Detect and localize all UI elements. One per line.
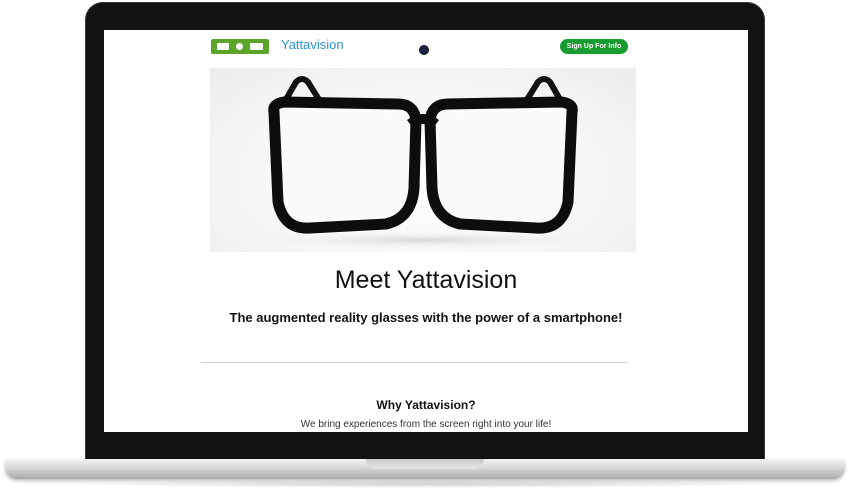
hero-glasses-image: [210, 68, 636, 252]
laptop-screen: Yattavision Sign Up For Info Meet Yattav…: [104, 30, 748, 432]
logo-icon[interactable]: [211, 39, 269, 54]
why-section-text: We bring experiences from the screen rig…: [300, 419, 552, 430]
sign-up-button[interactable]: Sign Up For Info: [560, 39, 628, 54]
section-divider: [201, 362, 628, 363]
webcam-icon: [420, 46, 428, 54]
laptop-shadow: [40, 480, 810, 488]
eyeglasses-icon: [233, 76, 613, 249]
why-section-title: Why Yattavision?: [376, 398, 476, 412]
page-title: Meet Yattavision: [334, 266, 518, 294]
brand-name[interactable]: Yattavision: [281, 37, 344, 52]
page-subtitle: The augmented reality glasses with the p…: [229, 310, 623, 325]
laptop-base-notch: [366, 459, 484, 469]
